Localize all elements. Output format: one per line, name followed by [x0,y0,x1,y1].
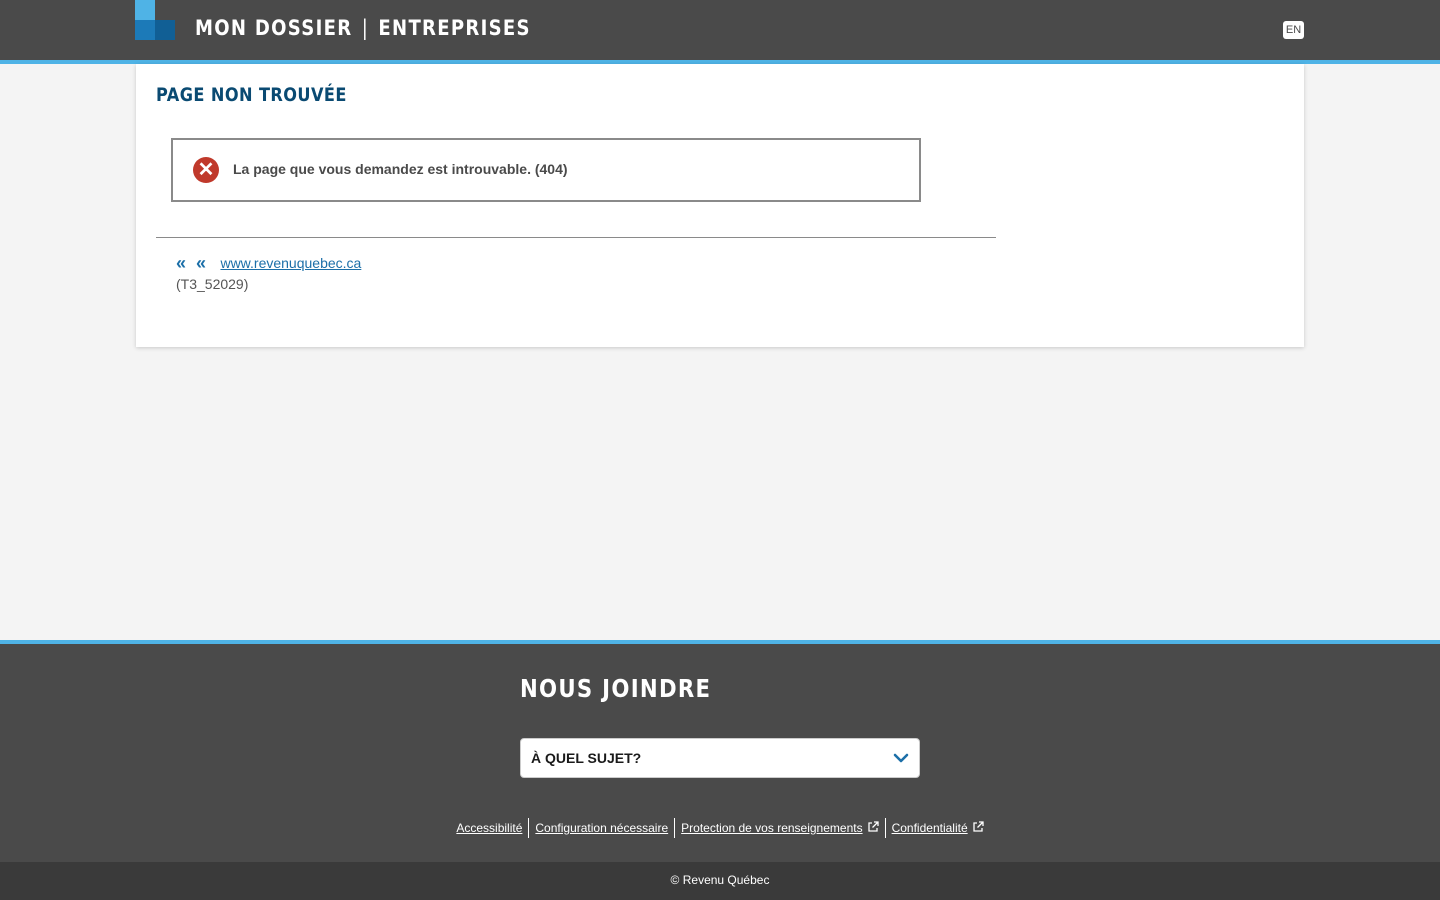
chevron-down-icon [893,753,909,763]
copyright-bar: © Revenu Québec [0,862,1440,900]
footer: NOUS JOINDRE À QUEL SUJET? Accessibilité… [0,644,1440,862]
revenu-quebec-home-link[interactable]: www.revenuquebec.ca [220,255,361,271]
language-toggle-button[interactable]: EN [1283,21,1304,39]
topic-select[interactable]: À QUEL SUJET? [520,738,920,778]
app-title-secondary: ENTREPRISES [378,16,531,40]
revenu-quebec-logo[interactable] [135,0,175,40]
logo-square-dark [155,20,175,40]
double-chevron-left-icon: « [196,253,207,273]
app-title: MON DOSSIER | ENTREPRISES [195,16,531,40]
external-link-icon [972,821,984,832]
footer-link-accessibility[interactable]: Accessibilité [450,818,528,838]
external-link-icon [867,821,879,832]
error-message: La page que vous demandez est introuvabl… [233,161,568,177]
logo-square-light [135,0,155,20]
app-title-separator: | [361,16,370,40]
footer-link-protection[interactable]: Protection de vos renseignements [674,818,884,838]
double-chevron-left-icon: « [176,253,187,273]
top-header: MON DOSSIER | ENTREPRISES EN [0,0,1440,60]
footer-link-privacy[interactable]: Confidentialité [884,818,990,838]
content-card: PAGE NON TROUVÉE ✕ La page que vous dema… [136,64,1304,347]
back-link-row: « « www.revenuquebec.ca [176,254,361,274]
error-x-icon: ✕ [193,157,219,183]
contact-title: NOUS JOINDRE [520,674,712,703]
footer-link-configuration[interactable]: Configuration nécessaire [528,818,674,838]
footer-links: Accessibilité Configuration nécessaire Pro… [0,818,1440,838]
error-alert: ✕ La page que vous demandez est introuva… [171,138,921,202]
app-title-primary: MON DOSSIER [195,16,353,40]
error-reference-code: (T3_52029) [176,276,249,292]
topic-select-value: À QUEL SUJET? [531,750,642,766]
page-title: PAGE NON TROUVÉE [156,84,347,106]
copyright-text: © Revenu Québec [670,873,770,887]
divider [156,237,996,238]
